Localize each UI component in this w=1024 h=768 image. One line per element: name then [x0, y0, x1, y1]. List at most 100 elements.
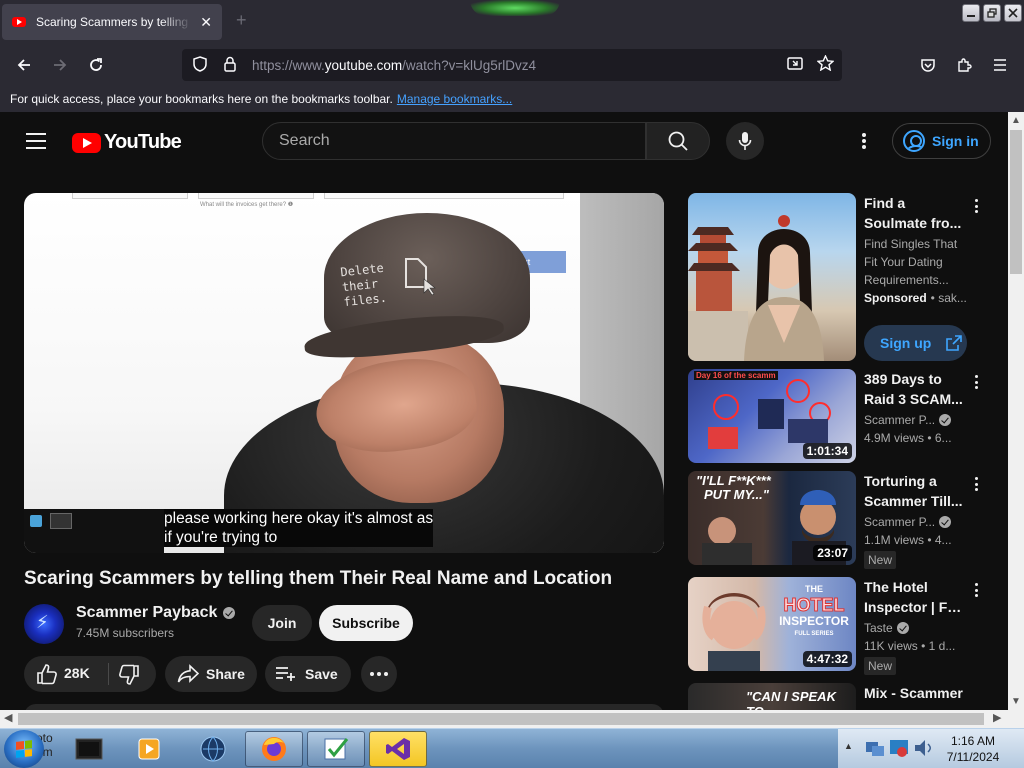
reload-button[interactable] [80, 44, 112, 86]
vertical-scrollbar[interactable]: ▲ ▼ [1008, 112, 1024, 710]
video-thumbnail[interactable]: "I'LL F**K*** PUT MY..." 23:07 [688, 471, 856, 565]
forward-button[interactable] [44, 44, 76, 86]
extensions-button[interactable] [948, 44, 980, 86]
recommendation-item[interactable]: THE HOTEL INSPECTOR FULL SERIES 4:47:32 … [688, 577, 988, 675]
taskbar-app-firefox[interactable] [245, 731, 303, 767]
scroll-right-icon[interactable]: ▶ [993, 711, 1001, 724]
clock-time: 1:16 AM [950, 734, 996, 748]
recommendation-item[interactable]: Day 16 of the scamm 1:01:34 389 Days to R… [688, 369, 988, 465]
ad-title[interactable]: Find a Soulmate fro... [864, 193, 968, 233]
form-field-outline [72, 193, 188, 199]
horizontal-scroll-thumb[interactable] [18, 713, 984, 725]
taskbar-app-network[interactable] [184, 731, 242, 767]
media-player-icon [138, 738, 160, 760]
pocket-button[interactable] [912, 44, 944, 86]
video-thumbnail[interactable]: THE HOTEL INSPECTOR FULL SERIES 4:47:32 [688, 577, 856, 671]
vertical-scroll-thumb[interactable] [1010, 130, 1022, 274]
cap-print-text: Delete their files. [339, 260, 388, 310]
ad-menu-kebab-icon[interactable] [972, 197, 980, 215]
address-bar[interactable]: https://www.youtube.com/watch?v=klUg5rlD… [182, 49, 842, 81]
new-tab-button[interactable]: + [236, 10, 247, 31]
bookmark-star-icon[interactable] [816, 54, 835, 75]
verified-check-icon [223, 607, 236, 619]
tab-title: Scaring Scammers by telling them Their R… [36, 15, 192, 29]
volume-tray-icon[interactable] [912, 737, 934, 759]
search-input[interactable]: Search [262, 122, 646, 160]
video-title[interactable]: 389 Days to Raid 3 SCAM... [864, 369, 968, 409]
video-title[interactable]: Torturing a Scammer Till... [864, 471, 968, 511]
scroll-down-icon[interactable]: ▼ [1011, 696, 1021, 707]
security-tray-icon[interactable] [888, 737, 910, 759]
sign-in-button[interactable]: Sign in [892, 123, 991, 159]
ad-thumbnail[interactable] [688, 193, 856, 361]
back-button[interactable] [8, 44, 40, 86]
minimize-icon [967, 15, 975, 17]
subscribe-button[interactable]: Subscribe [319, 605, 413, 641]
form-field-outline [198, 193, 314, 199]
join-button[interactable]: Join [252, 605, 312, 641]
channel-name[interactable]: Scammer Payback [76, 604, 236, 622]
recommendation-item[interactable]: "CAN I SPEAK TO Mix - Scammer [688, 683, 988, 710]
visual-studio-icon [386, 738, 410, 760]
more-actions-button[interactable] [361, 656, 397, 692]
video-title[interactable]: The Hotel Inspector | Ful... [864, 577, 968, 617]
mail-icon [30, 515, 42, 527]
guide-menu-icon[interactable] [26, 133, 46, 149]
signup-label: Sign up [880, 335, 932, 351]
video-player[interactable]: What will the invoices get there? ❶ Next… [24, 193, 664, 553]
channel-line[interactable]: Scammer P... [864, 411, 968, 429]
taskbar-app-checklist[interactable] [307, 731, 365, 767]
channel-line[interactable]: Taste [864, 619, 968, 637]
video-title[interactable]: Mix - Scammer [864, 683, 968, 703]
recommendation-item[interactable]: "I'LL F**K*** PUT MY..." 23:07 Torturing… [688, 471, 988, 569]
taskbar-clock[interactable]: 1:16 AM 7/11/2024 [940, 733, 1006, 765]
forward-arrow-icon [54, 59, 67, 71]
thumbs-down-icon [119, 664, 139, 685]
video-frame: What will the invoices get there? ❶ Next… [24, 193, 664, 553]
video-menu-kebab-icon[interactable] [972, 581, 980, 599]
scroll-left-icon[interactable]: ◀ [4, 711, 12, 724]
windows-logo-icon [16, 740, 32, 758]
url-text[interactable]: https://www.youtube.com/watch?v=klUg5rlD… [252, 58, 536, 73]
settings-kebab-icon[interactable] [856, 131, 872, 151]
dislike-button[interactable] [118, 664, 140, 689]
taskbar-app-terminal[interactable] [60, 731, 118, 767]
back-arrow-icon [17, 59, 30, 71]
app-menu-button[interactable] [984, 44, 1016, 86]
browser-tab-active[interactable]: Scaring Scammers by telling them Their R… [2, 4, 222, 40]
save-button[interactable]: Save [265, 656, 351, 692]
video-duration: 4:47:32 [802, 651, 852, 667]
recommendation-ad[interactable]: Find a Soulmate fro... Find Singles That … [688, 193, 988, 363]
thumbs-up-icon [37, 664, 57, 685]
taskbar-app-visual-studio[interactable] [369, 731, 427, 767]
manage-bookmarks-link[interactable]: Manage bookmarks... [397, 92, 512, 106]
restore-button[interactable] [983, 4, 1001, 22]
youtube-logo[interactable]: YouTube [72, 131, 182, 154]
minimize-button[interactable] [962, 4, 980, 22]
scroll-up-icon[interactable]: ▲ [1011, 115, 1021, 126]
voice-search-button[interactable] [726, 122, 764, 160]
lock-icon[interactable] [222, 56, 238, 75]
video-thumbnail[interactable]: "CAN I SPEAK TO [688, 683, 856, 710]
picture-in-picture-icon[interactable] [787, 55, 803, 75]
close-tab-icon[interactable]: ✕ [200, 14, 212, 31]
like-button[interactable] [36, 663, 58, 688]
pagoda-woman-image [688, 215, 824, 361]
video-menu-kebab-icon[interactable] [972, 475, 980, 493]
horizontal-scrollbar[interactable]: ◀ ▶ [0, 710, 1008, 728]
close-window-button[interactable] [1004, 4, 1022, 22]
chrome-icon [50, 513, 72, 529]
start-button[interactable] [4, 730, 44, 768]
shield-icon[interactable] [192, 55, 208, 75]
ad-signup-button[interactable]: Sign up [864, 325, 967, 361]
share-button[interactable]: Share [165, 656, 257, 692]
channel-avatar[interactable] [24, 604, 64, 644]
video-thumbnail[interactable]: Day 16 of the scamm 1:01:34 [688, 369, 856, 463]
show-hidden-icons-icon[interactable]: ▲ [844, 741, 853, 751]
network-tray-icon[interactable] [864, 737, 886, 759]
new-badge: New [864, 551, 897, 569]
taskbar-app-media-player[interactable] [120, 731, 178, 767]
channel-line[interactable]: Scammer P... [864, 513, 968, 531]
search-button[interactable] [646, 122, 710, 160]
video-menu-kebab-icon[interactable] [972, 373, 980, 391]
